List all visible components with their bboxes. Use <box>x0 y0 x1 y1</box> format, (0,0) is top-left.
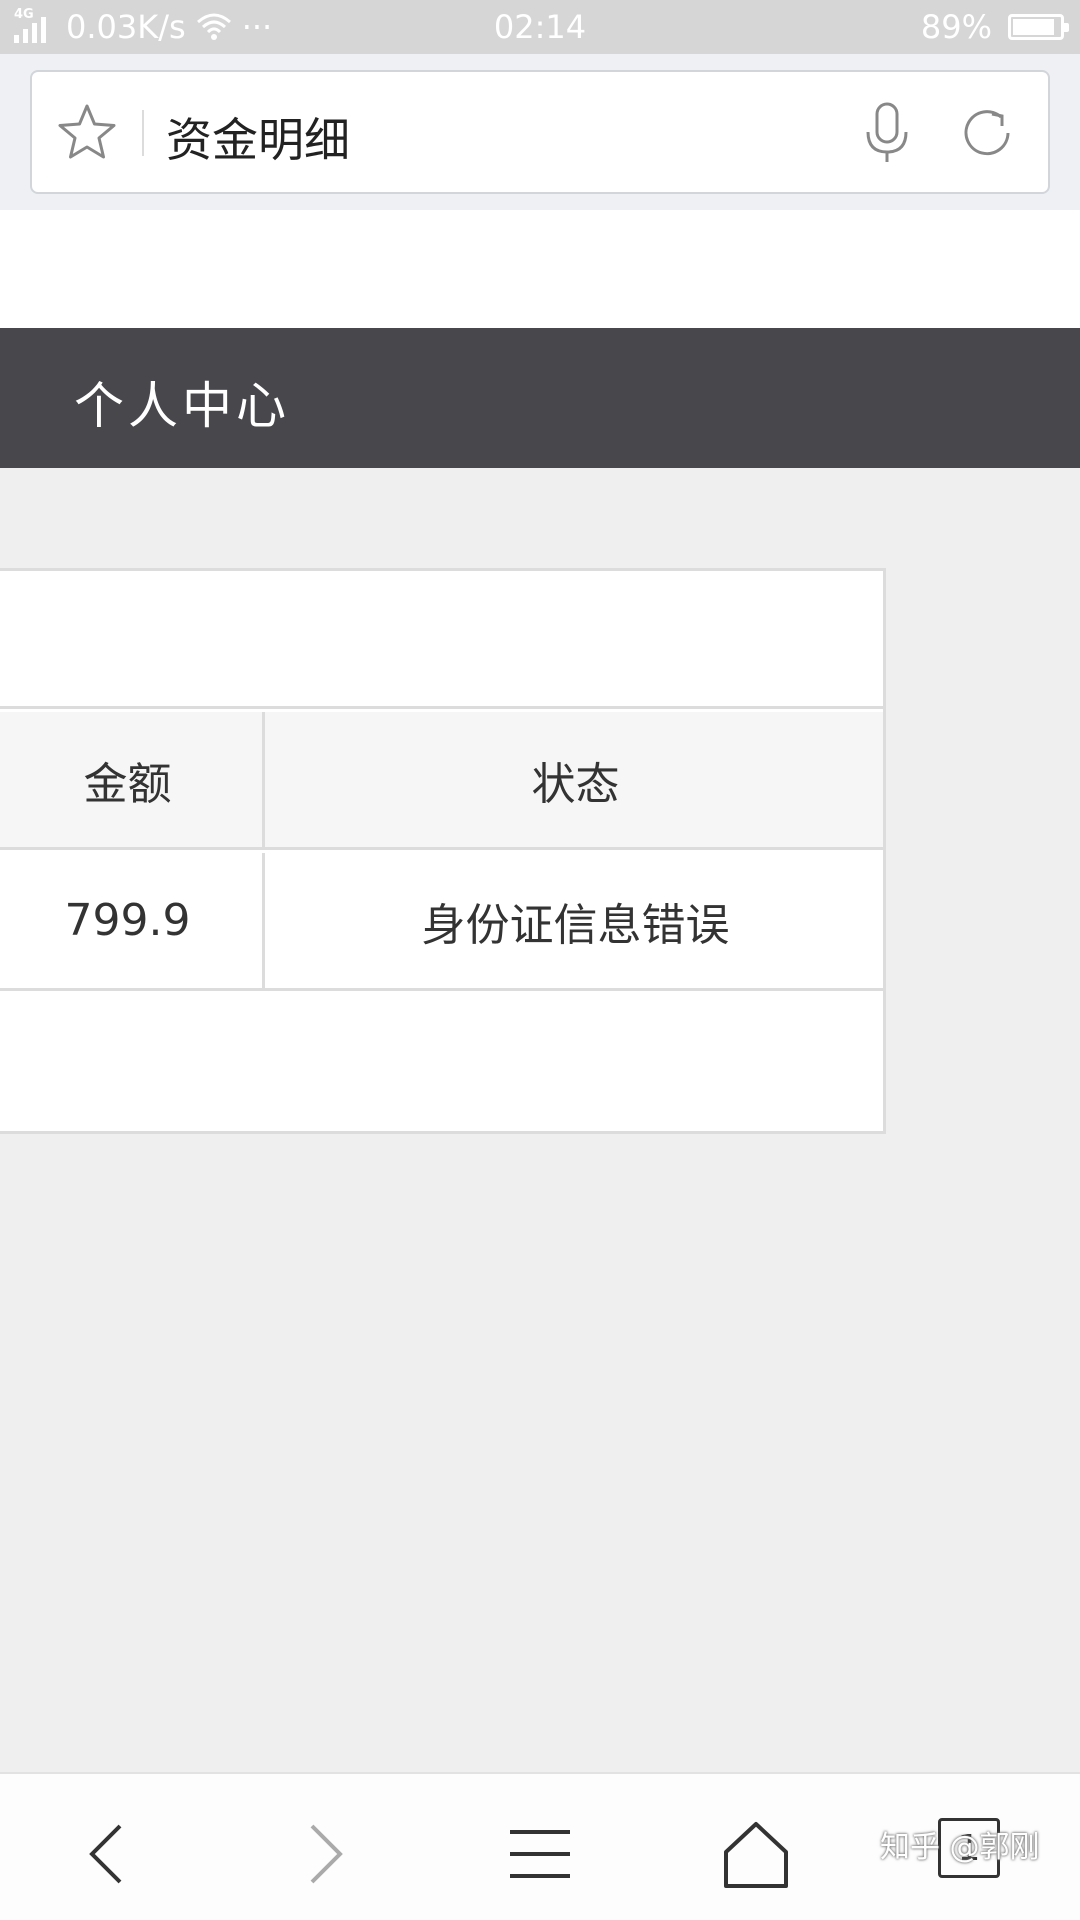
battery-icon <box>1008 14 1069 40</box>
table-header-row: 金额 状态 <box>0 712 883 850</box>
page-title: 个人中心 <box>74 377 290 435</box>
table-row: 799.9 身份证信息错误 <box>0 853 883 991</box>
address-text[interactable]: 资金明细 <box>166 104 350 170</box>
star-icon[interactable] <box>52 98 122 168</box>
column-header-amount: 金额 <box>0 712 265 847</box>
status-cell: 身份证信息错误 <box>421 899 730 951</box>
reload-icon[interactable] <box>952 98 1022 168</box>
address-bar[interactable]: 资金明细 <box>30 70 1050 194</box>
menu-icon[interactable] <box>500 1814 580 1894</box>
microphone-icon[interactable] <box>852 98 922 168</box>
status-right: 89% <box>920 8 1069 46</box>
back-arrow-icon[interactable] <box>68 1814 148 1894</box>
status-bar: 4G 0.03K/s ··· 02:14 89% <box>0 0 1080 54</box>
header-bar: 个人中心 <box>0 328 1080 468</box>
funds-detail-table: 金额 状态 799.9 身份证信息错误 <box>0 568 886 1134</box>
forward-arrow-icon[interactable] <box>284 1814 364 1894</box>
table-blank-row <box>0 571 883 709</box>
status-time: 02:14 <box>493 8 587 46</box>
browser-toolbar: 资金明细 <box>0 54 1080 210</box>
watermark: 知乎 @郭刚 <box>880 1830 1040 1865</box>
battery-fill <box>1013 19 1054 35</box>
page-top-band <box>0 210 1080 328</box>
amount-cell: 799.9 <box>0 853 265 988</box>
home-icon[interactable] <box>716 1814 796 1894</box>
address-divider <box>142 110 144 156</box>
column-header-status: 状态 <box>531 758 620 810</box>
battery-percent: 89% <box>920 8 992 46</box>
